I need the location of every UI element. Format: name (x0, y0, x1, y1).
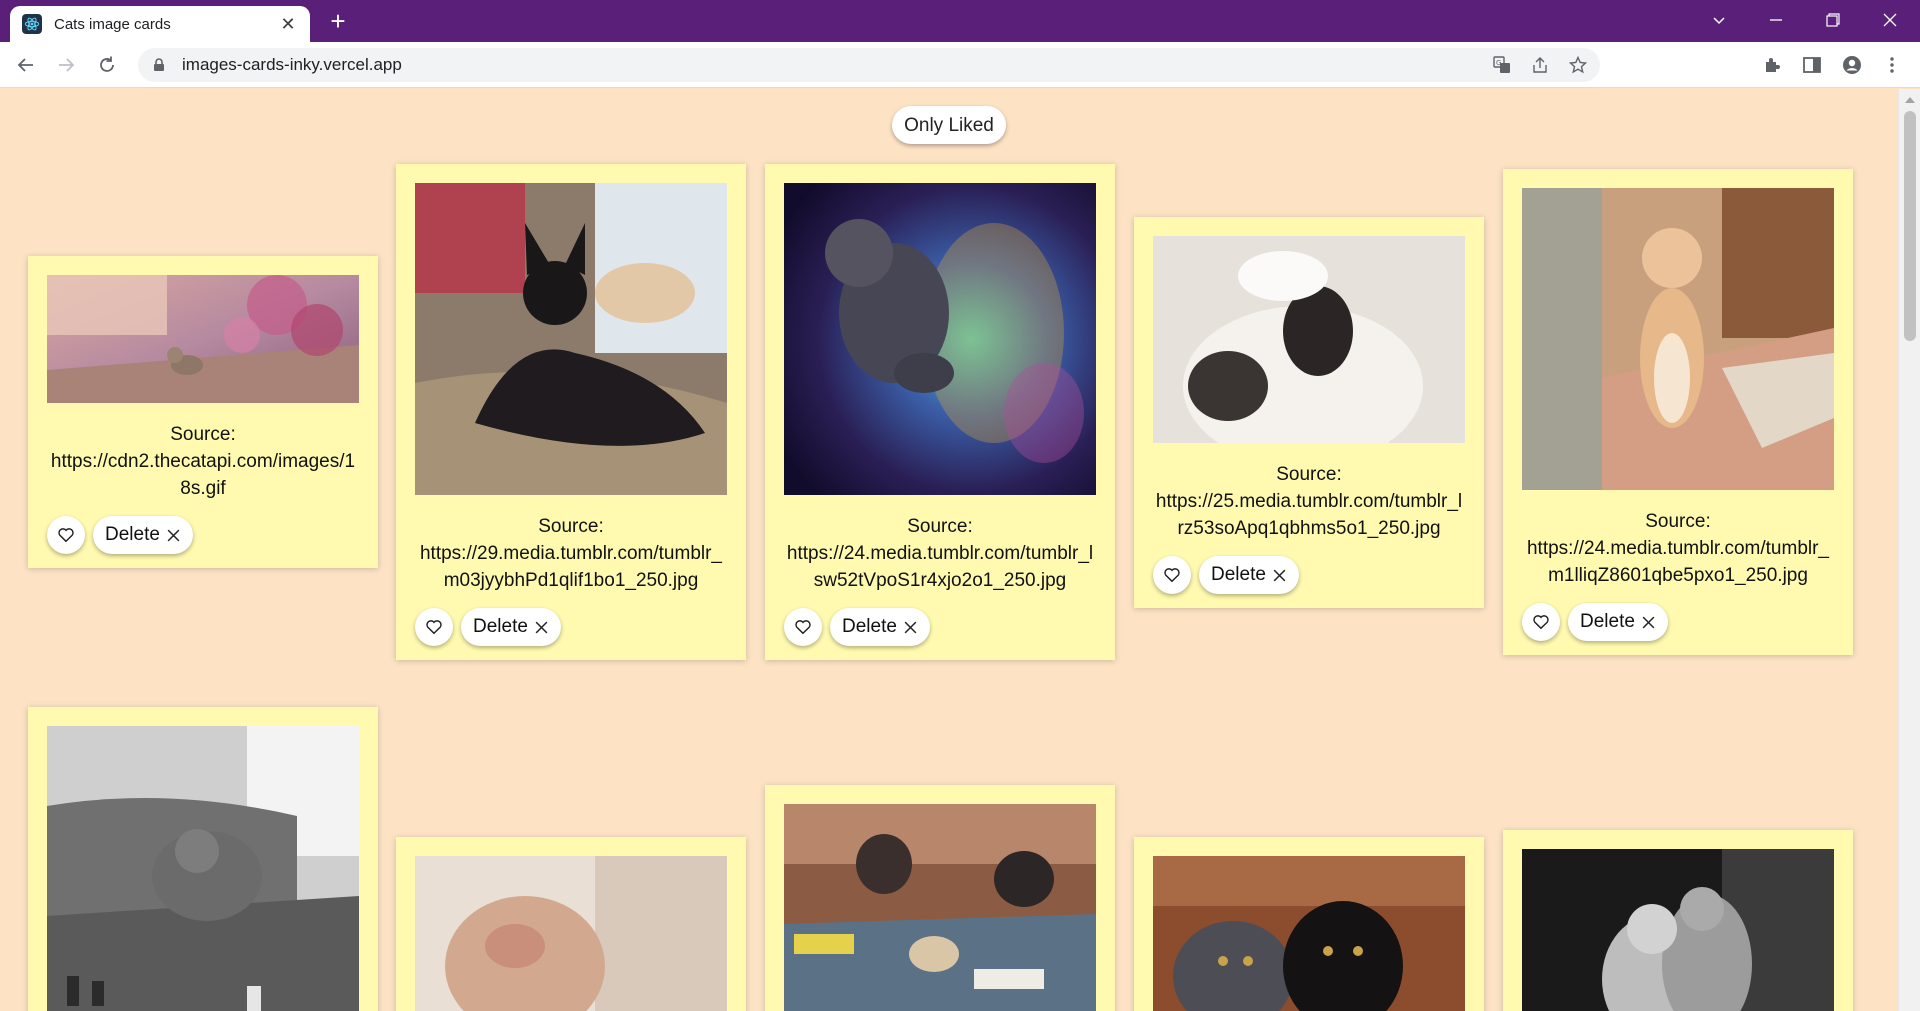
cat-card (765, 785, 1115, 1011)
heart-icon (426, 620, 442, 635)
source-label: Source: (1276, 464, 1342, 485)
like-button[interactable] (1153, 556, 1191, 594)
reload-icon[interactable] (91, 49, 123, 81)
card-source: Source: https://24.media.tumblr.com/tumb… (784, 513, 1096, 594)
like-button[interactable] (784, 608, 822, 646)
minimize-icon[interactable] (1756, 0, 1796, 40)
vertical-scrollbar[interactable] (1898, 89, 1920, 1011)
card-source: Source: https://24.media.tumblr.com/tumb… (1522, 508, 1834, 589)
close-window-icon[interactable] (1870, 0, 1910, 40)
cat-card: Source: https://24.media.tumblr.com/tumb… (1503, 169, 1853, 655)
extensions-icon[interactable] (1758, 51, 1786, 79)
delete-label: Delete (473, 616, 528, 637)
translate-icon[interactable]: G (1490, 53, 1514, 77)
share-icon[interactable] (1528, 53, 1552, 77)
cat-image (784, 183, 1096, 495)
source-label: Source: (1645, 511, 1711, 532)
source-url: https://24.media.tumblr.com/tumblr_m1lli… (1526, 538, 1829, 586)
cat-image (1522, 188, 1834, 490)
menu-icon[interactable] (1878, 51, 1906, 79)
tab-strip: Cats image cards ✕ + (0, 0, 1920, 42)
like-button[interactable] (1522, 603, 1560, 641)
source-url: https://24.media.tumblr.com/tumblr_lsw52… (786, 543, 1094, 591)
delete-label: Delete (1580, 611, 1635, 632)
source-label: Source: (170, 424, 236, 445)
cat-card (28, 707, 378, 1011)
restore-icon[interactable] (1813, 0, 1853, 40)
scrollbar-thumb[interactable] (1904, 111, 1916, 341)
delete-button[interactable]: Delete (1199, 556, 1299, 594)
cat-image (47, 726, 359, 1011)
cat-card (1134, 837, 1484, 1011)
like-button[interactable] (415, 608, 453, 646)
back-icon[interactable] (10, 49, 42, 81)
close-icon (1641, 615, 1656, 630)
source-url: https://25.media.tumblr.com/tumblr_lrz53… (1155, 491, 1463, 539)
source-url: https://cdn2.thecatapi.com/images/18s.gi… (50, 451, 356, 499)
delete-button[interactable]: Delete (461, 608, 561, 646)
heart-icon (795, 620, 811, 635)
new-tab-button[interactable]: + (322, 6, 354, 38)
heart-icon (58, 528, 74, 543)
cat-card: Source: https://29.media.tumblr.com/tumb… (396, 164, 746, 660)
tab-search-icon[interactable] (1699, 0, 1739, 40)
url-text[interactable]: images-cards-inky.vercel.app (182, 55, 402, 75)
tab-title: Cats image cards (54, 15, 171, 33)
close-icon (534, 620, 549, 635)
scroll-up-arrow-icon[interactable] (1905, 97, 1915, 103)
only-liked-button[interactable]: Only Liked (892, 106, 1006, 144)
delete-button[interactable]: Delete (93, 516, 193, 554)
cat-card: Source: https://25.media.tumblr.com/tumb… (1134, 217, 1484, 608)
browser-tab[interactable]: Cats image cards ✕ (10, 6, 310, 42)
address-bar[interactable]: images-cards-inky.vercel.app G (138, 48, 1600, 82)
cat-card (1503, 830, 1853, 1011)
cat-card: Source: https://24.media.tumblr.com/tumb… (765, 164, 1115, 660)
cat-image (784, 804, 1096, 1011)
profile-avatar-icon[interactable] (1838, 51, 1866, 79)
delete-button[interactable]: Delete (1568, 603, 1668, 641)
source-url: https://29.media.tumblr.com/tumblr_m03jy… (419, 543, 722, 591)
cat-card: Source: https://cdn2.thecatapi.com/image… (28, 256, 378, 568)
forward-icon[interactable] (50, 49, 82, 81)
heart-icon (1164, 568, 1180, 583)
tab-close-icon[interactable]: ✕ (278, 14, 298, 35)
like-button[interactable] (47, 516, 85, 554)
delete-label: Delete (1211, 564, 1266, 585)
close-icon (903, 620, 918, 635)
bookmark-star-icon[interactable] (1566, 53, 1590, 77)
side-panel-icon[interactable] (1798, 51, 1826, 79)
card-source: Source: https://25.media.tumblr.com/tumb… (1153, 461, 1465, 542)
cat-image (415, 183, 727, 495)
lock-icon[interactable] (152, 58, 166, 72)
delete-label: Delete (842, 616, 897, 637)
cat-image (1153, 856, 1465, 1011)
delete-label: Delete (105, 524, 160, 545)
browser-toolbar: images-cards-inky.vercel.app G (0, 42, 1920, 88)
close-icon (1272, 568, 1287, 583)
close-icon (166, 528, 181, 543)
heart-icon (1533, 615, 1549, 630)
cat-card (396, 837, 746, 1011)
card-source: Source: https://cdn2.thecatapi.com/image… (47, 421, 359, 502)
card-source: Source: https://29.media.tumblr.com/tumb… (415, 513, 727, 594)
cat-image (1522, 849, 1834, 1011)
react-icon (22, 14, 42, 34)
cat-image (47, 275, 359, 403)
cat-image (1153, 236, 1465, 443)
source-label: Source: (538, 516, 604, 537)
source-label: Source: (907, 516, 973, 537)
delete-button[interactable]: Delete (830, 608, 930, 646)
svg-text:G: G (1496, 59, 1501, 67)
page-content: Only Liked Source: https://cdn2.thecatap… (0, 89, 1898, 1011)
cat-image (415, 856, 727, 1011)
